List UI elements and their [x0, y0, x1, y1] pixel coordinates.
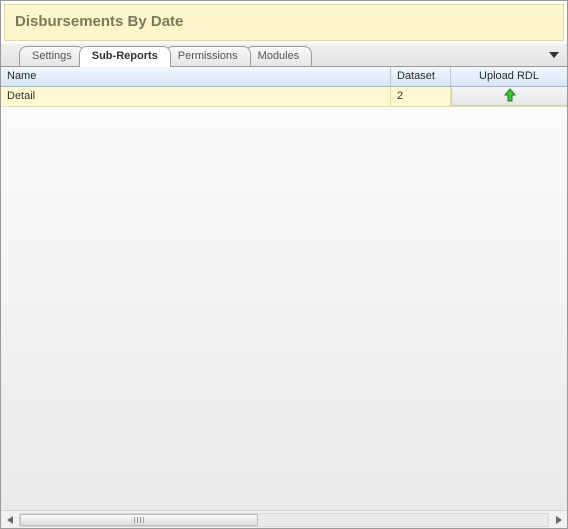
tab-overflow-button[interactable] — [547, 48, 561, 62]
cell-dataset: 2 — [391, 87, 451, 106]
chevron-left-icon — [7, 516, 13, 524]
column-header-upload[interactable]: Upload RDL — [451, 67, 567, 86]
page-title: Disbursements By Date — [4, 4, 564, 41]
app-window: Disbursements By Date Settings Sub-Repor… — [0, 0, 568, 529]
grid-header: Name Dataset Upload RDL — [1, 67, 567, 87]
grid-body: Detail 2 — [1, 87, 567, 510]
scroll-thumb[interactable] — [20, 514, 258, 526]
tab-sub-reports[interactable]: Sub-Reports — [79, 46, 171, 67]
upload-arrow-icon — [452, 88, 567, 102]
scroll-right-button[interactable] — [550, 512, 567, 528]
tab-permissions[interactable]: Permissions — [165, 46, 251, 66]
column-header-name[interactable]: Name — [1, 67, 391, 86]
table-row[interactable]: Detail 2 — [1, 87, 567, 107]
tab-settings[interactable]: Settings — [19, 46, 85, 66]
chevron-down-icon — [549, 52, 559, 58]
tab-modules[interactable]: Modules — [245, 46, 313, 66]
chevron-right-icon — [556, 516, 562, 524]
column-header-dataset[interactable]: Dataset — [391, 67, 451, 86]
grip-icon — [134, 517, 144, 523]
content-area: Name Dataset Upload RDL Detail 2 — [1, 67, 567, 528]
horizontal-scrollbar[interactable] — [1, 510, 567, 528]
upload-rdl-button[interactable] — [451, 87, 567, 106]
cell-name: Detail — [1, 87, 391, 106]
sub-reports-grid: Name Dataset Upload RDL Detail 2 — [1, 67, 567, 510]
scroll-left-button[interactable] — [1, 512, 18, 528]
scroll-track[interactable] — [19, 513, 549, 527]
tab-bar: Settings Sub-Reports Permissions Modules — [1, 44, 567, 67]
